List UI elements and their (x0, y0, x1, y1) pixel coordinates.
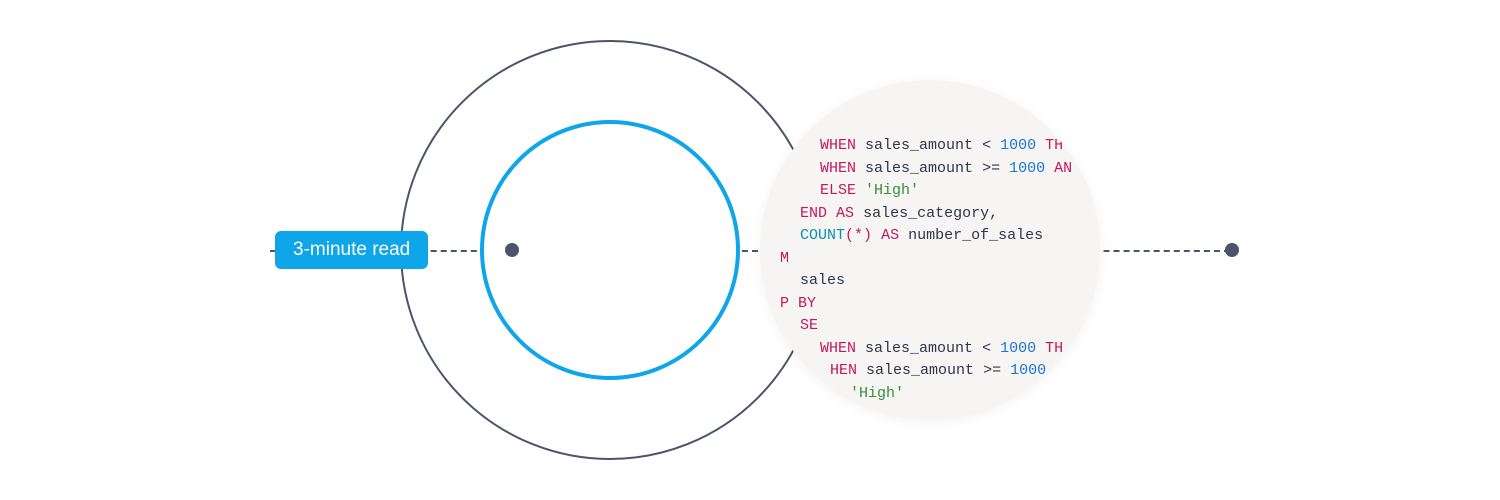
code-line-5: COUNT(*) AS number_of_sales (780, 225, 1072, 248)
sql-code-block: WHEN sales_amount < 1000 TH WHEN sales_a… (780, 135, 1072, 405)
code-line-11: HEN sales_amount >= 1000 (780, 360, 1072, 383)
left-dot-marker (505, 243, 519, 257)
code-line-8: P BY (780, 293, 1072, 316)
read-time-badge: 3-minute read (275, 231, 428, 269)
code-line-12: 'High' (780, 383, 1072, 406)
badge-text: 3-minute read (293, 239, 410, 260)
code-snippet-circle: WHEN sales_amount < 1000 TH WHEN sales_a… (760, 80, 1100, 420)
inner-circle-ring (480, 120, 740, 380)
code-line-10: WHEN sales_amount < 1000 TH (780, 338, 1072, 361)
code-line-3: ELSE 'High' (780, 180, 1072, 203)
code-line-2: WHEN sales_amount >= 1000 AN (780, 158, 1072, 181)
code-line-7: sales (780, 270, 1072, 293)
code-line-4: END AS sales_category, (780, 203, 1072, 226)
code-line-9: SE (780, 315, 1072, 338)
code-line-1: WHEN sales_amount < 1000 TH (780, 135, 1072, 158)
code-line-6: M (780, 248, 1072, 271)
right-dot-marker (1225, 243, 1239, 257)
